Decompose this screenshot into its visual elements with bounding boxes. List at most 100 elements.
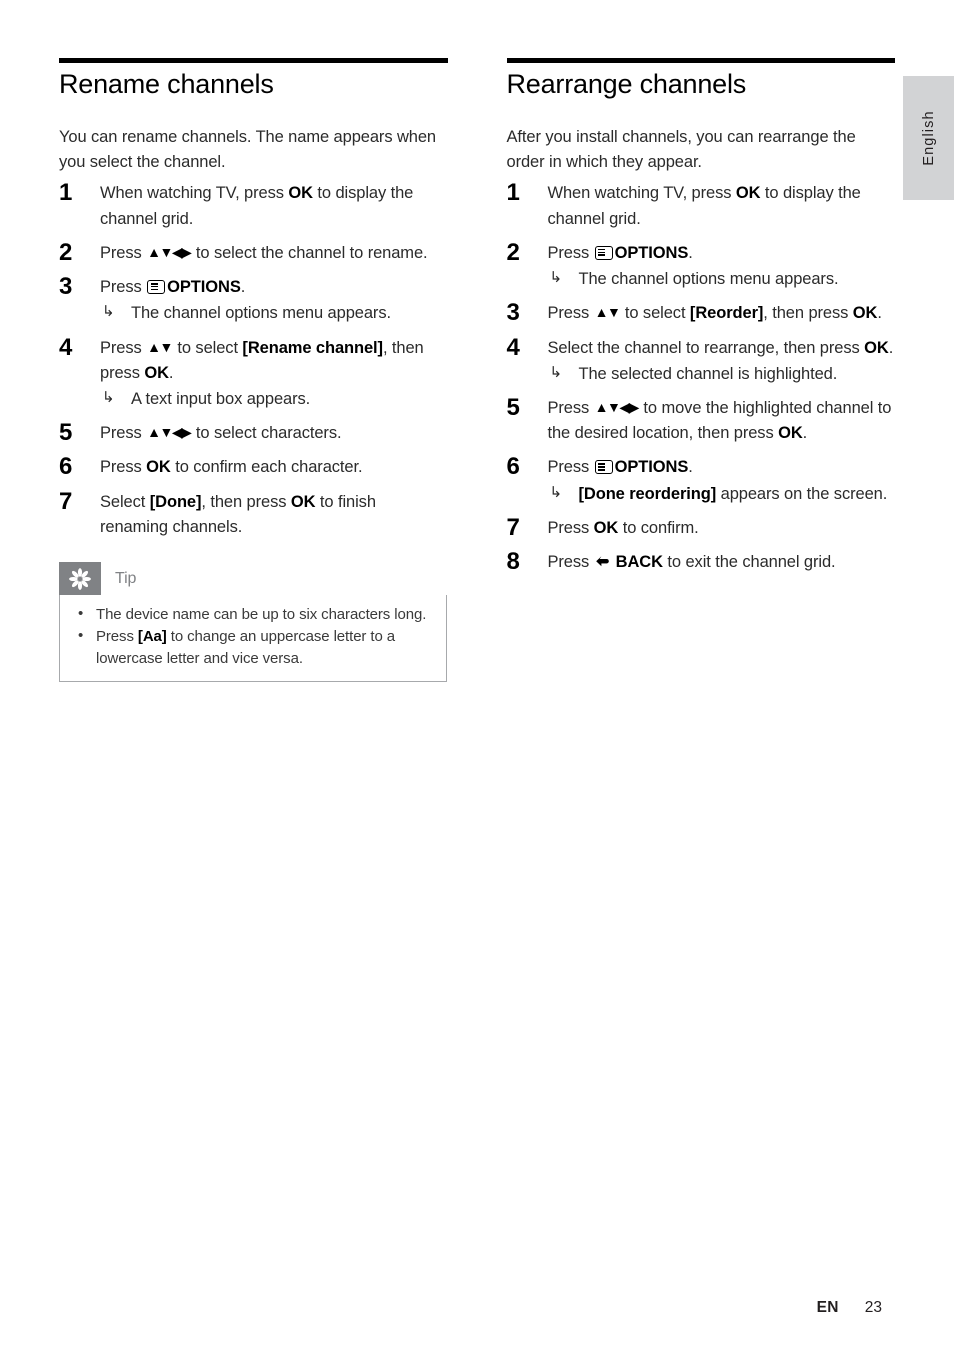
step-text-mid: to select — [620, 304, 690, 323]
step-text-tail: to exit the channel grid. — [662, 553, 836, 572]
step-item: 1 When watching TV, press OK to display … — [59, 179, 448, 231]
step-text: When watching TV, press OK to display th… — [100, 184, 413, 227]
step-text-mid: , then press — [201, 492, 291, 511]
tip-header: Tip — [59, 562, 447, 596]
asterisk-icon — [59, 562, 101, 596]
result-text: A text input box appears. — [131, 389, 311, 408]
step-number: 4 — [506, 333, 520, 361]
result-arrow-icon: ↳ — [549, 363, 563, 381]
step-text-tail: . — [240, 278, 246, 297]
step-number: 6 — [59, 453, 73, 481]
step-text-tail: to select the channel to rename. — [191, 243, 428, 262]
footer-page-number: 23 — [864, 1299, 882, 1316]
tip-item-text: The device name can be up to six charact… — [96, 606, 427, 624]
step-result: ↳ The selected channel is highlighted. — [548, 362, 896, 387]
step-number: 7 — [506, 513, 520, 541]
step-text: Press OPTIONS. ↳ The channel options menu… — [548, 244, 896, 292]
step-text-lead: Select the channel to rearrange, then pr… — [547, 338, 865, 357]
step-result: ↳ The channel options menu appears. — [548, 267, 896, 292]
key-label-options: OPTIONS — [614, 458, 689, 477]
options-icon — [594, 460, 613, 475]
section-intro: After you install channels, you can rear… — [506, 127, 856, 172]
nav-arrows-icon: ▲▼ — [594, 304, 621, 321]
step-number: 2 — [59, 238, 73, 266]
step-result: ↳ The channel options menu appears. — [100, 301, 448, 326]
step-text-tail: . — [688, 243, 693, 262]
step-number: 3 — [506, 299, 520, 327]
step-text-lead: Press — [547, 398, 594, 417]
step-text-tail: . — [688, 458, 693, 477]
key-label-ok: OK — [144, 363, 169, 382]
key-label-ok: OK — [735, 184, 761, 203]
nav-arrows-icon: ▲▼◀▶ — [147, 243, 192, 260]
step-number: 1 — [506, 179, 520, 207]
key-label-ok: OK — [290, 492, 316, 511]
step-item: 7 Press OK to confirm. — [506, 513, 896, 541]
step-result: ↳ [Done reordering] appears on the screen… — [548, 482, 896, 507]
step-number: 5 — [59, 419, 73, 447]
step-item: 6 Press OPTIONS. ↳ [Done reordering] appe… — [506, 453, 896, 506]
back-arrow-icon — [595, 552, 613, 577]
tip-box: Tip • The device name can be up to six ch… — [59, 562, 447, 683]
tip-item-lead: Press — [96, 628, 138, 646]
step-text-lead: Press — [100, 338, 147, 357]
step-text: Press ▲▼◀▶ to move the highlighted chann… — [548, 399, 892, 442]
step-text-end: . — [802, 424, 808, 443]
key-label-ok: OK — [852, 304, 878, 323]
step-text: When watching TV, press OK to display th… — [548, 184, 861, 227]
step-result: ↳ A text input box appears. — [100, 387, 448, 412]
step-text-lead: Press — [100, 278, 147, 297]
step-text: Select the channel to rearrange, then pr… — [548, 339, 896, 387]
options-icon — [594, 245, 613, 260]
key-label-aa: [Aa] — [137, 628, 167, 646]
step-text: Press ▲▼ to select [Rename channel], the… — [100, 339, 448, 413]
step-item: 1 When watching TV, press OK to display … — [506, 179, 896, 231]
step-text-lead: Press — [547, 243, 594, 262]
options-icon — [147, 280, 166, 295]
section-rule — [59, 58, 448, 63]
step-item: 6 Press OK to confirm each character. — [59, 453, 448, 481]
step-text-lead: Press — [100, 424, 147, 443]
step-item: 8 Press BACK to exit the channel grid. — [506, 548, 896, 577]
step-text-lead: Press — [547, 518, 594, 537]
step-text-end: . — [877, 304, 882, 323]
menu-item-rename-channel: [Rename channel] — [242, 338, 383, 357]
page-title: Rename channels — [59, 69, 274, 99]
step-text-lead: Press — [547, 458, 594, 477]
step-text-lead: Press — [547, 553, 594, 572]
step-item: 4 Press ▲▼ to select [Rename channel], t… — [59, 334, 448, 413]
step-number: 7 — [59, 487, 73, 515]
step-text-lead: Press — [100, 243, 147, 262]
language-side-tab: English — [903, 76, 954, 200]
step-text-tail: to confirm. — [618, 518, 699, 537]
column-rearrange-channels: Rearrange channels After you install cha… — [506, 58, 896, 682]
key-label-ok: OK — [146, 458, 171, 477]
step-text-lead: Press — [547, 304, 594, 323]
step-number: 5 — [506, 393, 520, 421]
step-text: Press OK to confirm each character. — [100, 458, 363, 477]
section-rule — [506, 58, 895, 63]
step-text: Press OPTIONS. ↳ [Done reordering] appear… — [548, 458, 896, 506]
key-label-options: OPTIONS — [614, 243, 689, 262]
page-title: Rearrange channels — [506, 69, 747, 99]
menu-item-reorder: [Reorder] — [689, 304, 764, 323]
two-column-layout: Rename channels You can rename channels.… — [59, 58, 896, 683]
key-label-ok: OK — [288, 184, 313, 203]
step-number: 6 — [506, 453, 520, 481]
steps-list-rename: 1 When watching TV, press OK to display … — [59, 179, 448, 540]
step-text: Press OPTIONS. ↳ The channel options menu… — [100, 278, 448, 326]
step-text: Press OK to confirm. — [548, 519, 699, 537]
tip-list: • The device name can be up to six charac… — [72, 604, 434, 669]
steps-list-rearrange: 1 When watching TV, press OK to display … — [506, 179, 896, 577]
footer-language-code: EN — [816, 1299, 839, 1316]
step-item: 3 Press ▲▼ to select [Reorder], then pre… — [506, 299, 896, 327]
result-text: The channel options menu appears. — [578, 270, 839, 289]
page-footer: EN 23 — [817, 1299, 882, 1317]
step-text-end: . — [168, 363, 174, 382]
result-arrow-icon: ↳ — [102, 303, 115, 321]
step-number: 8 — [506, 548, 520, 576]
key-label-options: OPTIONS — [167, 278, 241, 297]
step-item: 7 Select [Done], then press OK to finish… — [59, 487, 448, 540]
section-intro: You can rename channels. The name appear… — [59, 127, 436, 172]
step-item: 4 Select the channel to rearrange, then … — [506, 333, 896, 387]
